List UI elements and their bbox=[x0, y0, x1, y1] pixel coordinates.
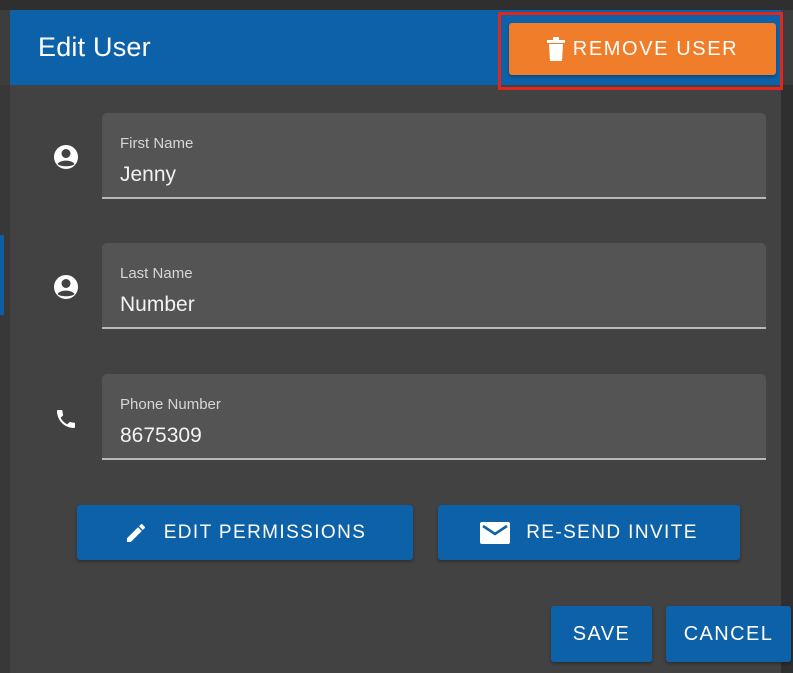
pencil-icon bbox=[124, 521, 148, 545]
save-label: SAVE bbox=[572, 622, 631, 645]
background-app-right bbox=[781, 85, 793, 673]
phone-number-label: Phone Number bbox=[120, 396, 221, 413]
screen: Edit User REMOVE USER First Name Jenny L… bbox=[0, 0, 793, 673]
phone-number-field[interactable]: Phone Number 8675309 bbox=[102, 374, 766, 460]
edit-permissions-label: EDIT PERMISSIONS bbox=[163, 521, 367, 543]
background-nav-indicator bbox=[0, 235, 4, 315]
account-circle-icon bbox=[52, 273, 80, 301]
phone-icon bbox=[52, 405, 80, 433]
background-app-top bbox=[0, 0, 793, 10]
resend-invite-button[interactable]: RE-SEND INVITE bbox=[438, 505, 740, 560]
trash-icon bbox=[546, 37, 565, 61]
first-name-label: First Name bbox=[120, 135, 194, 152]
last-name-label: Last Name bbox=[120, 265, 193, 282]
background-app-left bbox=[0, 85, 10, 673]
remove-user-button[interactable]: REMOVE USER bbox=[509, 23, 776, 75]
first-name-field[interactable]: First Name Jenny bbox=[102, 113, 766, 199]
edit-permissions-button[interactable]: EDIT PERMISSIONS bbox=[77, 505, 413, 560]
mail-icon bbox=[480, 521, 511, 544]
resend-invite-label: RE-SEND INVITE bbox=[526, 521, 698, 543]
last-name-field[interactable]: Last Name Number bbox=[102, 243, 766, 329]
account-circle-icon bbox=[52, 143, 80, 171]
dialog-title: Edit User bbox=[38, 32, 151, 62]
first-name-value: Jenny bbox=[120, 163, 177, 186]
phone-number-value: 8675309 bbox=[120, 424, 202, 447]
save-button[interactable]: SAVE bbox=[551, 606, 652, 662]
remove-user-label: REMOVE USER bbox=[572, 37, 739, 60]
last-name-value: Number bbox=[120, 293, 195, 316]
edit-user-dialog: Edit User REMOVE USER First Name Jenny L… bbox=[10, 10, 791, 673]
cancel-label: CANCEL bbox=[683, 622, 774, 645]
cancel-button[interactable]: CANCEL bbox=[666, 606, 791, 662]
